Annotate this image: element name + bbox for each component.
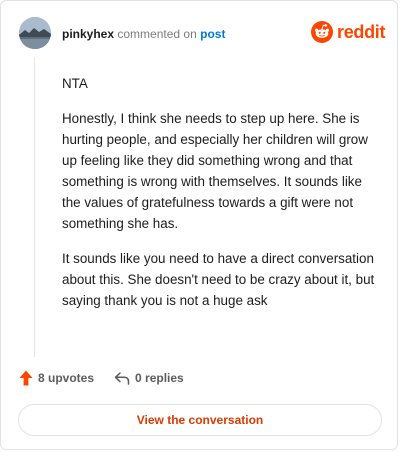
reddit-logo[interactable]: reddit — [311, 21, 386, 43]
embedded-comment-card: pinkyhex commented on post reddit NTA Ho… — [0, 0, 398, 450]
reddit-snoo-icon — [311, 21, 333, 43]
replies-button[interactable]: 0 replies — [114, 371, 184, 385]
comment-paragraph: Honestly, I think she needs to step up h… — [62, 111, 368, 231]
action-text: commented on — [117, 27, 197, 41]
reply-arrow-icon — [114, 372, 130, 385]
comment-paragraph: It sounds like you need to have a direct… — [62, 251, 375, 308]
avatar-image — [19, 17, 51, 49]
comment-actions: 8 upvotes 0 replies — [19, 370, 184, 386]
username-link[interactable]: pinkyhex — [62, 27, 114, 41]
post-link[interactable]: post — [200, 27, 225, 41]
view-conversation-button[interactable]: View the conversation — [18, 404, 382, 436]
reply-count: 0 replies — [135, 371, 184, 385]
upvote-count: 8 upvotes — [38, 371, 95, 385]
reddit-wordmark: reddit — [337, 21, 386, 42]
upvote-arrow-icon — [19, 370, 33, 386]
comment-paragraph: NTA — [62, 76, 88, 91]
thread-line — [34, 57, 35, 357]
comment-header: pinkyhex commented on post — [62, 27, 225, 41]
comment-body: NTA Honestly, I think she needs to step … — [62, 73, 378, 325]
upvote-button[interactable]: 8 upvotes — [19, 370, 94, 386]
avatar[interactable] — [19, 17, 51, 49]
